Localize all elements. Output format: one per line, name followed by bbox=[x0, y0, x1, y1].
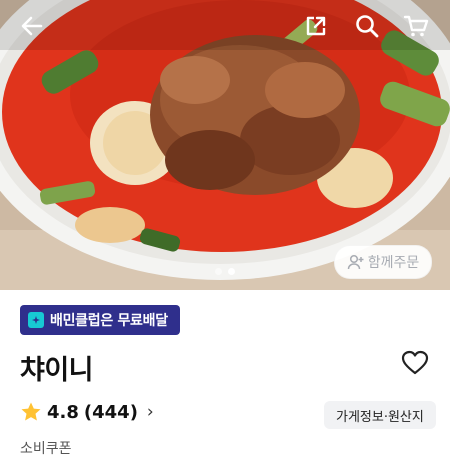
share-external-icon bbox=[306, 16, 326, 36]
coupon-label: 소비쿠폰 bbox=[20, 441, 72, 457]
store-name: 챠이니 bbox=[20, 355, 94, 386]
search-button[interactable] bbox=[351, 10, 383, 42]
group-order-label: 함께주문 bbox=[367, 255, 420, 271]
cart-icon bbox=[403, 15, 429, 37]
search-icon bbox=[356, 15, 379, 38]
cart-button[interactable] bbox=[400, 10, 432, 42]
rating-link[interactable]: 4.8 (444) › bbox=[20, 401, 154, 423]
top-bar bbox=[0, 0, 450, 52]
baemin-club-badge[interactable]: 배민클럽은 무료배달 bbox=[20, 305, 180, 335]
badge-label: 배민클럽은 무료배달 bbox=[50, 313, 168, 329]
person-add-icon bbox=[347, 254, 364, 270]
carousel-dot bbox=[215, 268, 222, 275]
share-button[interactable] bbox=[300, 10, 332, 42]
group-order-button[interactable]: 함께주문 bbox=[334, 245, 432, 279]
hero-image[interactable]: 함께주문 bbox=[0, 0, 450, 290]
heart-icon bbox=[401, 350, 429, 375]
arrow-left-icon bbox=[21, 16, 43, 36]
club-logo-icon bbox=[28, 312, 44, 328]
star-icon bbox=[21, 402, 41, 421]
chevron-right-icon: › bbox=[146, 402, 154, 422]
review-count: (444) bbox=[83, 401, 138, 423]
carousel-dot-active bbox=[228, 268, 235, 275]
back-button[interactable] bbox=[16, 10, 48, 42]
favorite-button[interactable] bbox=[400, 348, 430, 378]
rating-value: 4.8 bbox=[47, 401, 79, 423]
store-info-button[interactable]: 가게정보·원산지 bbox=[324, 401, 436, 429]
